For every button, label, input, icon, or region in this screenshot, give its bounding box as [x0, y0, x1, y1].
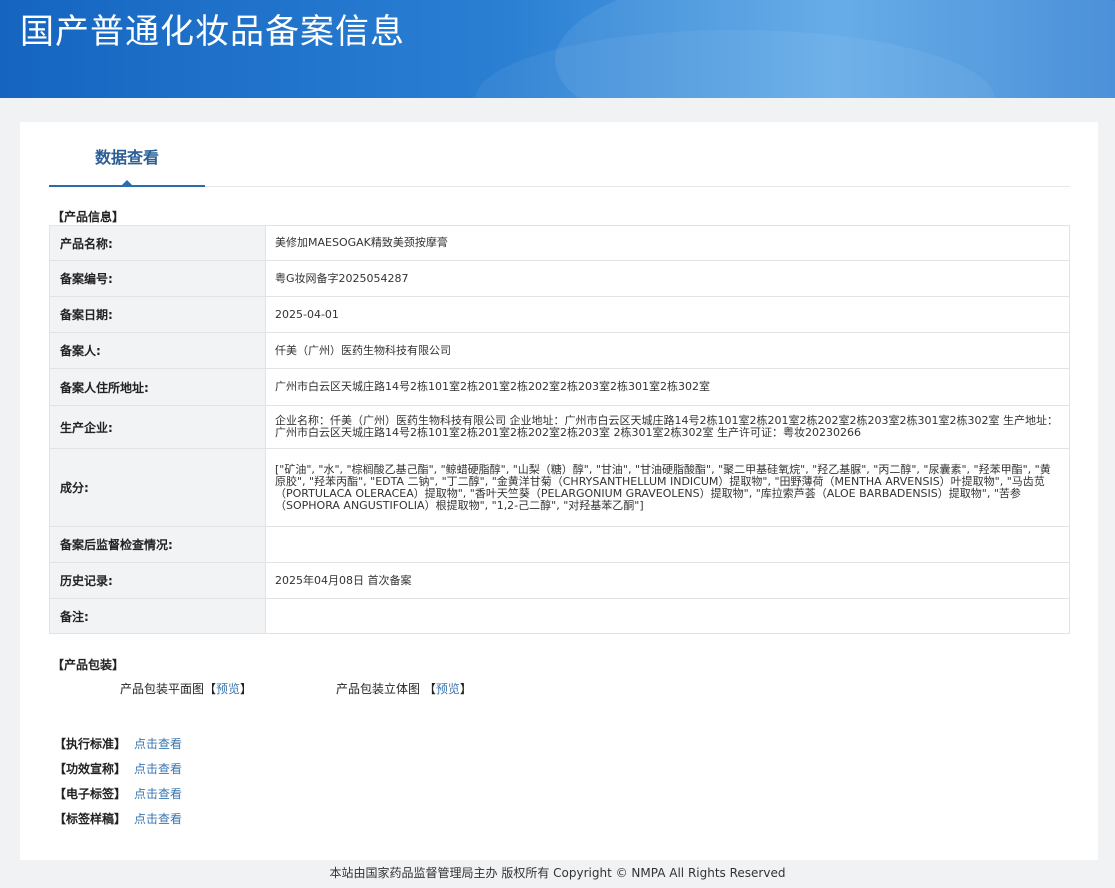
tab-data-view[interactable]: 数据查看 — [49, 122, 205, 187]
page-title: 国产普通化妆品备案信息 — [20, 12, 405, 52]
preview-flat-link[interactable]: 预览 — [216, 682, 240, 696]
label-sample-link[interactable]: 点击查看 — [134, 812, 182, 826]
table-row: 备案人: 仟美（广州）医药生物科技有限公司 — [49, 332, 1070, 369]
product-info-heading: 【产品信息】 — [52, 210, 125, 224]
table-row: 历史记录: 2025年04月08日 首次备案 — [49, 562, 1070, 599]
standard-row: 【电子标签】 点击查看 — [54, 785, 182, 802]
packaging-3d-item: 产品包装立体图 【预览】 — [336, 680, 472, 697]
row-value: 美修加MAESOGAK精致美颈按摩膏 — [265, 225, 1070, 261]
table-row: 生产企业: 企业名称：仟美（广州）医药生物科技有限公司 企业地址：广州市白云区天… — [49, 405, 1070, 449]
table-row: 备案人住所地址: 广州市白云区天城庄路14号2栋101室2栋201室2栋202室… — [49, 368, 1070, 406]
electronic-label-link[interactable]: 点击查看 — [134, 787, 182, 801]
table-row: 备注: — [49, 598, 1070, 634]
row-value: 2025年04月08日 首次备案 — [265, 562, 1070, 599]
standard-label: 【功效宣称】 — [54, 762, 127, 776]
packaging-flat-label: 产品包装平面图 — [120, 682, 205, 696]
tab-label: 数据查看 — [94, 148, 159, 167]
content-panel: 数据查看 【产品信息】 产品名称: 美修加MAESOGAK精致美颈按摩膏 备案编… — [20, 122, 1098, 860]
row-label: 成分: — [49, 448, 266, 527]
bracket: 【 — [423, 682, 436, 696]
table-row: 备案编号: 粤G妆网备字2025054287 — [49, 260, 1070, 297]
execution-standard-link[interactable]: 点击查看 — [134, 737, 182, 751]
header-banner: 国产普通化妆品备案信息 — [0, 0, 1115, 98]
footer-copyright: 本站由国家药品监督管理局主办 版权所有 Copyright © NMPA All… — [329, 866, 786, 880]
row-label: 备注: — [49, 598, 266, 634]
efficacy-claim-link[interactable]: 点击查看 — [134, 762, 182, 776]
row-label: 备案编号: — [49, 260, 266, 297]
row-label: 备案人住所地址: — [49, 368, 266, 406]
bracket: 】 — [459, 682, 472, 696]
standard-row: 【功效宣称】 点击查看 — [54, 760, 182, 777]
row-value: 2025-04-01 — [265, 296, 1070, 333]
row-label: 备案后监督检查情况: — [49, 526, 266, 563]
bracket: 【 — [204, 682, 217, 696]
row-value: 企业名称：仟美（广州）医药生物科技有限公司 企业地址：广州市白云区天城庄路14号… — [265, 405, 1070, 449]
table-row: 备案后监督检查情况: — [49, 526, 1070, 563]
row-label: 备案日期: — [49, 296, 266, 333]
standard-label: 【标签样稿】 — [54, 812, 127, 826]
row-label: 历史记录: — [49, 562, 266, 599]
standard-row: 【执行标准】 点击查看 — [54, 735, 182, 752]
row-value: 仟美（广州）医药生物科技有限公司 — [265, 332, 1070, 369]
standard-label: 【执行标准】 — [54, 737, 127, 751]
packaging-heading: 【产品包装】 — [52, 658, 125, 672]
packaging-3d-label: 产品包装立体图 — [336, 682, 421, 696]
preview-3d-link[interactable]: 预览 — [436, 682, 460, 696]
row-value: ["矿油", "水", "棕榈酸乙基己酯", "鲸蜡硬脂醇", "山梨（糖）醇"… — [265, 448, 1070, 527]
bracket: 】 — [240, 682, 253, 696]
tab-active-indicator — [121, 180, 133, 186]
standard-row: 【标签样稿】 点击查看 — [54, 810, 182, 827]
row-value: 广州市白云区天城庄路14号2栋101室2栋201室2栋202室2栋203室2栋3… — [265, 368, 1070, 406]
row-value — [265, 598, 1070, 634]
product-info-table: 产品名称: 美修加MAESOGAK精致美颈按摩膏 备案编号: 粤G妆网备字202… — [49, 225, 1070, 634]
row-label: 产品名称: — [49, 225, 266, 261]
packaging-flat-item: 产品包装平面图【预览】 — [120, 680, 252, 697]
row-value: 粤G妆网备字2025054287 — [265, 260, 1070, 297]
tab-bar: 数据查看 — [49, 122, 1070, 187]
standard-label: 【电子标签】 — [54, 787, 127, 801]
table-row: 备案日期: 2025-04-01 — [49, 296, 1070, 333]
table-row: 成分: ["矿油", "水", "棕榈酸乙基己酯", "鲸蜡硬脂醇", "山梨（… — [49, 448, 1070, 527]
table-row: 产品名称: 美修加MAESOGAK精致美颈按摩膏 — [49, 225, 1070, 261]
row-label: 备案人: — [49, 332, 266, 369]
row-label: 生产企业: — [49, 405, 266, 449]
row-value — [265, 526, 1070, 563]
